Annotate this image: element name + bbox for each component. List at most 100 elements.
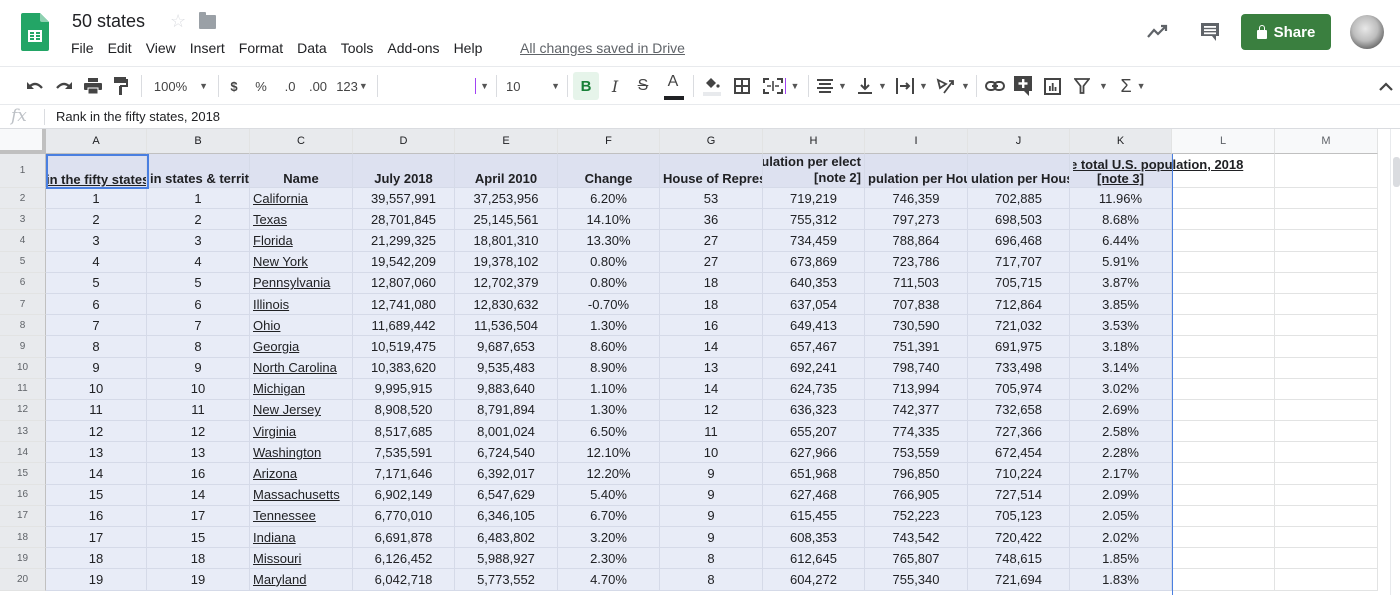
cell[interactable]: 2.69% (1070, 399, 1172, 422)
cell[interactable]: 798,740 (865, 357, 968, 379)
cell[interactable]: 27 (660, 230, 763, 252)
cell[interactable]: 3.02% (1070, 378, 1172, 400)
state-name-cell[interactable]: Virginia (250, 421, 353, 443)
paint-format-icon[interactable] (111, 67, 131, 105)
header-name[interactable]: Name (250, 154, 353, 188)
header-rank-fifty-states[interactable]: in the fifty states (46, 154, 147, 188)
cell[interactable]: 705,974 (968, 378, 1070, 400)
cell[interactable]: 734,459 (763, 230, 865, 252)
cell[interactable]: 651,968 (763, 463, 865, 485)
cell[interactable]: 17 (46, 527, 147, 549)
empty-cell[interactable] (1172, 569, 1275, 591)
state-name-cell[interactable]: Washington (250, 442, 353, 464)
cell[interactable]: 721,694 (968, 569, 1070, 591)
cell[interactable]: 636,323 (763, 399, 865, 422)
cell[interactable]: 12,807,060 (353, 272, 455, 294)
zoom-select[interactable]: 100% ▼ (152, 67, 210, 105)
cell[interactable]: 649,413 (763, 315, 865, 337)
cell[interactable]: 673,869 (763, 251, 865, 273)
state-name-cell[interactable]: Illinois (250, 293, 353, 316)
cell[interactable]: 2 (46, 209, 147, 231)
cell[interactable]: 16 (660, 315, 763, 337)
column-header-a[interactable]: A (46, 129, 147, 154)
empty-cell[interactable] (1275, 442, 1378, 464)
empty-cell[interactable] (1275, 548, 1378, 570)
cell[interactable]: 2 (147, 209, 250, 231)
empty-cell[interactable] (1275, 230, 1378, 252)
row-header[interactable]: 8 (0, 315, 46, 337)
state-name-cell[interactable]: Maryland (250, 569, 353, 591)
cell[interactable]: 6.44% (1070, 230, 1172, 252)
menu-data[interactable]: Data (297, 40, 327, 56)
comments-icon[interactable] (1199, 21, 1221, 43)
column-header-d[interactable]: D (353, 129, 455, 154)
cell[interactable]: 7,171,646 (353, 463, 455, 485)
cell[interactable]: 765,807 (865, 548, 968, 570)
empty-cell[interactable] (1172, 272, 1275, 294)
cell[interactable]: 39,557,991 (353, 188, 455, 210)
row-header[interactable]: 7 (0, 293, 46, 316)
empty-cell[interactable] (1172, 315, 1275, 337)
column-header-l[interactable]: L (1172, 129, 1275, 154)
cell[interactable]: 8 (660, 569, 763, 591)
cell[interactable]: 1.30% (558, 315, 660, 337)
cell[interactable]: 797,273 (865, 209, 968, 231)
state-link[interactable]: Washington (253, 445, 321, 460)
cell[interactable]: 788,864 (865, 230, 968, 252)
empty-cell[interactable] (1172, 357, 1275, 379)
cell[interactable]: 19 (147, 569, 250, 591)
row-header[interactable]: 17 (0, 505, 46, 527)
cell[interactable]: 16 (147, 463, 250, 485)
cell[interactable]: 10 (147, 378, 250, 400)
state-link[interactable]: Massachusetts (253, 487, 340, 502)
cell[interactable]: 751,391 (865, 336, 968, 358)
cell[interactable]: 14 (660, 336, 763, 358)
cell[interactable]: 12 (46, 421, 147, 443)
cell[interactable]: 627,966 (763, 442, 865, 464)
empty-cell[interactable] (1172, 399, 1275, 422)
cell[interactable]: 698,503 (968, 209, 1070, 231)
row-header[interactable]: 1 (0, 154, 46, 188)
header-pop-per-house-seat-2010[interactable]: ulation per Hous (968, 154, 1070, 188)
cell[interactable]: 12,830,632 (455, 293, 558, 316)
user-avatar[interactable] (1350, 15, 1384, 49)
empty-cell[interactable] (1172, 421, 1275, 443)
folder-icon[interactable] (199, 12, 216, 29)
state-name-cell[interactable]: Michigan (250, 378, 353, 400)
empty-cell[interactable] (1172, 230, 1275, 252)
cell[interactable]: 17 (147, 505, 250, 527)
cell[interactable]: 657,467 (763, 336, 865, 358)
column-header-b[interactable]: B (147, 129, 250, 154)
cell[interactable]: 10 (46, 378, 147, 400)
header-note-link[interactable]: [note 3] (1097, 171, 1144, 186)
row-header[interactable]: 18 (0, 527, 46, 549)
menu-tools[interactable]: Tools (341, 40, 374, 56)
cell[interactable]: 53 (660, 188, 763, 210)
cell[interactable]: 0.80% (558, 272, 660, 294)
row-header[interactable]: 2 (0, 188, 46, 210)
cell[interactable]: 9 (660, 484, 763, 506)
state-link[interactable]: Pennsylvania (253, 275, 330, 290)
cell[interactable]: 3 (46, 230, 147, 252)
empty-cell[interactable] (1172, 484, 1275, 506)
cell[interactable]: 12,702,379 (455, 272, 558, 294)
cell[interactable]: 748,615 (968, 548, 1070, 570)
cell[interactable]: 10,383,620 (353, 357, 455, 379)
cell[interactable]: 36 (660, 209, 763, 231)
cell[interactable]: 18 (660, 293, 763, 316)
cell[interactable]: 37,253,956 (455, 188, 558, 210)
cell[interactable]: 8,517,685 (353, 421, 455, 443)
document-title[interactable]: 50 states (72, 11, 145, 32)
cell[interactable]: 7 (147, 315, 250, 337)
cell[interactable]: 604,272 (763, 569, 865, 591)
horizontal-align-icon[interactable]: ▼ (817, 67, 847, 105)
row-header[interactable]: 3 (0, 209, 46, 231)
increase-decimals-button[interactable]: .00 (306, 67, 330, 105)
cell[interactable]: 9 (660, 527, 763, 549)
cell[interactable]: 707,838 (865, 293, 968, 316)
state-link[interactable]: Illinois (253, 297, 289, 312)
row-header[interactable]: 6 (0, 272, 46, 294)
empty-cell[interactable] (1275, 569, 1378, 591)
cell[interactable]: 624,735 (763, 378, 865, 400)
row-header[interactable]: 11 (0, 378, 46, 400)
